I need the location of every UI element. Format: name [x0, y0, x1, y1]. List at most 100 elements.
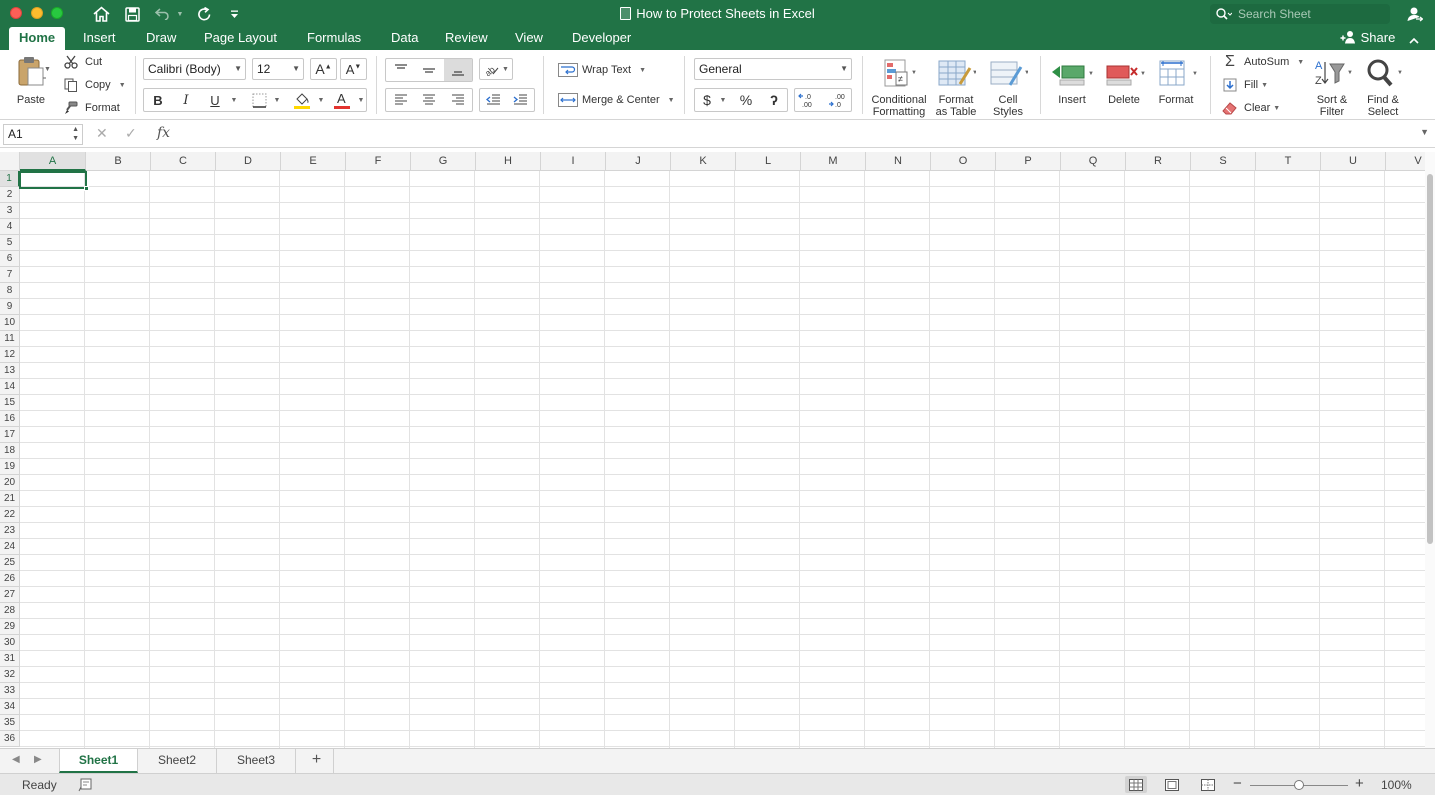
zoom-level[interactable]: 100%	[1381, 778, 1412, 792]
row-header[interactable]: 36	[0, 731, 20, 747]
name-box[interactable]: A1 ▲ ▼	[3, 124, 83, 145]
row-header[interactable]: 16	[0, 411, 20, 427]
column-header[interactable]: C	[151, 152, 216, 171]
column-header[interactable]: S	[1191, 152, 1256, 171]
add-sheet-button[interactable]: +	[300, 749, 334, 773]
italic-button[interactable]: I	[174, 89, 198, 111]
copy-button[interactable]: Copy ▼	[64, 77, 126, 93]
column-header[interactable]: H	[476, 152, 541, 171]
increase-decimal-button[interactable]: .0.00	[795, 89, 823, 111]
row-header[interactable]: 10	[0, 315, 20, 331]
tab-insert[interactable]: Insert	[73, 27, 126, 50]
share-button[interactable]: Share	[1340, 27, 1395, 50]
row-header[interactable]: 35	[0, 715, 20, 731]
row-header[interactable]: 11	[0, 331, 20, 347]
active-cell[interactable]	[19, 171, 89, 191]
cut-button[interactable]: Cut	[64, 54, 102, 70]
column-header[interactable]: E	[281, 152, 346, 171]
minimize-window-button[interactable]	[31, 7, 43, 19]
row-header[interactable]: 34	[0, 699, 20, 715]
column-header[interactable]: O	[931, 152, 996, 171]
underline-button[interactable]: U	[203, 89, 227, 111]
fill-color-button[interactable]	[289, 89, 315, 111]
column-header[interactable]: J	[606, 152, 671, 171]
autosum-button[interactable]: Σ AutoSum ▼	[1222, 53, 1304, 70]
scrollbar-thumb[interactable]	[1427, 174, 1433, 544]
column-header[interactable]: T	[1256, 152, 1321, 171]
row-header[interactable]: 14	[0, 379, 20, 395]
fill-handle[interactable]	[84, 186, 89, 191]
row-header[interactable]: 13	[0, 363, 20, 379]
row-header[interactable]: 21	[0, 491, 20, 507]
next-sheet-icon[interactable]: ▶	[34, 754, 42, 765]
copy-dropdown-icon[interactable]: ▼	[119, 82, 126, 89]
tab-formulas[interactable]: Formulas	[297, 27, 371, 50]
macro-record-icon[interactable]	[78, 778, 93, 795]
customize-toolbar-icon[interactable]	[228, 4, 240, 24]
column-header[interactable]: F	[346, 152, 411, 171]
align-top-button[interactable]	[387, 59, 414, 81]
expand-formula-bar-icon[interactable]: ▼	[1420, 127, 1429, 137]
page-break-view-button[interactable]	[1197, 776, 1219, 793]
row-header[interactable]: 12	[0, 347, 20, 363]
borders-dropdown-icon[interactable]: ▼	[272, 89, 282, 111]
row-header[interactable]: 15	[0, 395, 20, 411]
insert-function-button[interactable]: fx	[157, 125, 170, 141]
tab-home[interactable]: Home	[9, 27, 66, 50]
font-name-select[interactable]: Calibri (Body) ▼	[143, 58, 246, 80]
delete-cells-button[interactable]: ▼ Delete	[1100, 58, 1148, 106]
tab-draw[interactable]: Draw	[136, 27, 186, 50]
row-header[interactable]: 6	[0, 251, 20, 267]
column-header[interactable]: A	[20, 152, 86, 171]
column-header[interactable]: U	[1321, 152, 1386, 171]
row-header[interactable]: 31	[0, 651, 20, 667]
decrease-indent-button[interactable]	[480, 89, 507, 111]
row-header[interactable]: 30	[0, 635, 20, 651]
close-window-button[interactable]	[10, 7, 22, 19]
row-header[interactable]: 17	[0, 427, 20, 443]
account-icon[interactable]	[1405, 4, 1425, 24]
row-header[interactable]: 29	[0, 619, 20, 635]
align-left-button[interactable]	[387, 89, 414, 111]
insert-cells-button[interactable]: ▼ Insert	[1048, 58, 1096, 106]
row-header[interactable]: 22	[0, 507, 20, 523]
confirm-entry-icon[interactable]: ✓	[125, 125, 137, 142]
row-header[interactable]: 26	[0, 571, 20, 587]
increase-indent-button[interactable]	[507, 89, 534, 111]
sheet-tab-sheet2[interactable]: Sheet2	[138, 749, 217, 773]
borders-button[interactable]	[247, 89, 271, 111]
tab-view[interactable]: View	[505, 27, 553, 50]
currency-dropdown-icon[interactable]: ▼	[718, 89, 728, 111]
paste-dropdown-icon[interactable]: ▼	[44, 66, 51, 73]
row-header[interactable]: 24	[0, 539, 20, 555]
format-painter-button[interactable]: Format	[64, 100, 120, 116]
previous-sheet-icon[interactable]: ◀	[12, 754, 20, 765]
formula-input[interactable]	[180, 124, 1420, 145]
merge-center-button[interactable]: Merge & Center ▼	[558, 92, 675, 108]
fill-color-dropdown-icon[interactable]: ▼	[316, 89, 326, 111]
clear-button[interactable]: Clear ▼	[1222, 100, 1280, 116]
cancel-entry-icon[interactable]: ✕	[96, 125, 108, 142]
save-icon[interactable]	[122, 4, 142, 24]
orientation-button[interactable]: ab ▼	[479, 58, 513, 80]
zoom-in-button[interactable]: +	[1355, 775, 1364, 792]
undo-icon[interactable]	[152, 4, 174, 24]
column-header[interactable]: R	[1126, 152, 1191, 171]
tab-review[interactable]: Review	[435, 27, 498, 50]
cell-styles-button[interactable]: ▼ Cell Styles	[984, 58, 1032, 118]
align-middle-button[interactable]	[415, 59, 443, 81]
row-header[interactable]: 1	[0, 171, 20, 187]
row-header[interactable]: 27	[0, 587, 20, 603]
underline-dropdown-icon[interactable]: ▼	[229, 89, 239, 111]
column-header[interactable]: N	[866, 152, 931, 171]
number-format-select[interactable]: General ▼	[694, 58, 852, 80]
page-layout-view-button[interactable]	[1161, 776, 1183, 793]
font-color-button[interactable]: A	[330, 89, 354, 111]
search-input[interactable]	[1238, 7, 1378, 21]
align-bottom-button[interactable]	[444, 59, 472, 81]
normal-view-button[interactable]	[1125, 776, 1147, 793]
column-header[interactable]: D	[216, 152, 281, 171]
zoom-out-button[interactable]: −	[1233, 775, 1242, 792]
tab-page-layout[interactable]: Page Layout	[194, 27, 287, 50]
row-header[interactable]: 20	[0, 475, 20, 491]
